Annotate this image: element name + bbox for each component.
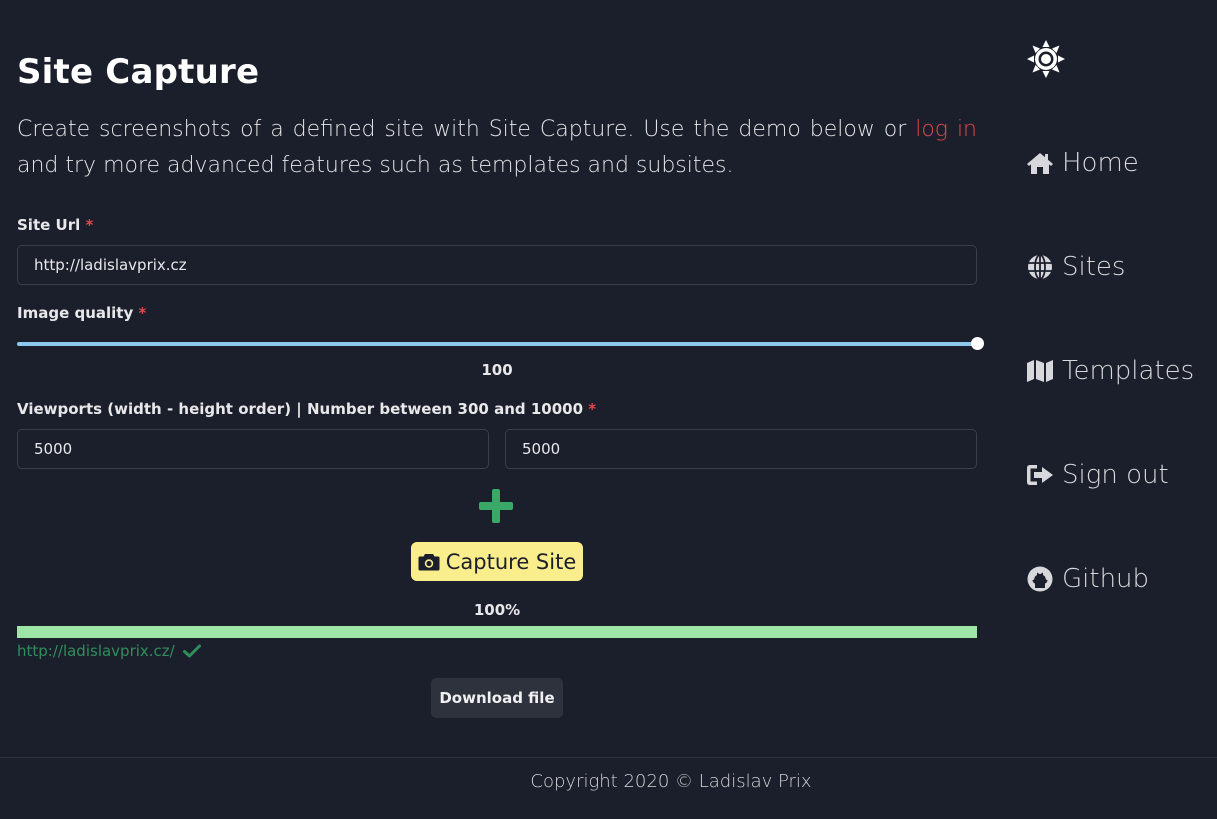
viewports-label-text: Viewports (width - height order) | Numbe… bbox=[17, 400, 584, 418]
capture-site-label: Capture Site bbox=[445, 549, 577, 574]
nav-item-github-label: Github bbox=[1062, 564, 1150, 594]
nav-item-github[interactable]: Github bbox=[1026, 564, 1149, 594]
page-title: Site Capture bbox=[17, 52, 260, 92]
result-url-text: http://ladislavprix.cz/ bbox=[17, 642, 175, 660]
image-quality-value: 100 bbox=[481, 361, 513, 379]
nav-item-home-label: Home bbox=[1062, 148, 1139, 178]
sun-icon bbox=[1027, 40, 1065, 78]
nav-item-templates[interactable]: Templates bbox=[1026, 356, 1194, 386]
intro-text-start: Create screenshots of a defined site wit… bbox=[17, 117, 916, 142]
result-url-link[interactable]: http://ladislavprix.cz/ bbox=[17, 642, 201, 660]
add-viewport-button[interactable] bbox=[478, 488, 514, 524]
plus-icon bbox=[479, 489, 513, 523]
login-link[interactable]: log in bbox=[915, 117, 977, 142]
image-quality-slider-track[interactable] bbox=[17, 342, 977, 346]
map-icon bbox=[1027, 360, 1053, 382]
globe-icon bbox=[1028, 254, 1052, 280]
image-quality-slider-thumb[interactable] bbox=[971, 337, 984, 350]
progress-bar-fill bbox=[17, 626, 977, 638]
intro-text-end: and try more advanced features such as t… bbox=[17, 153, 734, 178]
viewports-label: Viewports (width - height order) | Numbe… bbox=[17, 400, 596, 418]
camera-icon bbox=[418, 553, 440, 570]
sign-out-icon bbox=[1027, 465, 1053, 485]
progress-bar bbox=[17, 626, 977, 638]
site-url-label: Site Url * bbox=[17, 216, 93, 234]
nav-item-home[interactable]: Home bbox=[1026, 148, 1139, 178]
image-quality-label-text: Image quality bbox=[17, 304, 134, 322]
required-mark: * bbox=[138, 304, 147, 322]
home-icon bbox=[1027, 153, 1053, 174]
github-icon bbox=[1027, 566, 1053, 592]
download-file-button[interactable]: Download file bbox=[431, 678, 563, 718]
viewport-height-input[interactable] bbox=[505, 429, 977, 469]
image-quality-label: Image quality * bbox=[17, 304, 146, 322]
nav-item-sign-out-label: Sign out bbox=[1062, 460, 1169, 490]
theme-toggle-button[interactable] bbox=[1026, 39, 1066, 79]
nav-item-templates-label: Templates bbox=[1062, 356, 1195, 386]
required-mark: * bbox=[85, 216, 94, 234]
required-mark: * bbox=[588, 400, 597, 418]
site-url-input[interactable] bbox=[17, 245, 977, 285]
progress-percent: 100% bbox=[473, 601, 521, 619]
footer: Copyright 2020 © Ladislav Prix bbox=[0, 757, 1217, 819]
capture-site-button[interactable]: Capture Site bbox=[411, 542, 583, 581]
copyright-text: Copyright 2020 © Ladislav Prix bbox=[530, 771, 812, 792]
nav-item-sites-label: Sites bbox=[1062, 252, 1126, 282]
intro-text: Create screenshots of a defined site wit… bbox=[17, 112, 977, 184]
nav-item-sign-out[interactable]: Sign out bbox=[1026, 460, 1169, 490]
nav-item-sites[interactable]: Sites bbox=[1026, 252, 1125, 282]
site-url-label-text: Site Url bbox=[17, 216, 81, 234]
checkmark-icon bbox=[182, 644, 201, 658]
viewport-width-input[interactable] bbox=[17, 429, 489, 469]
